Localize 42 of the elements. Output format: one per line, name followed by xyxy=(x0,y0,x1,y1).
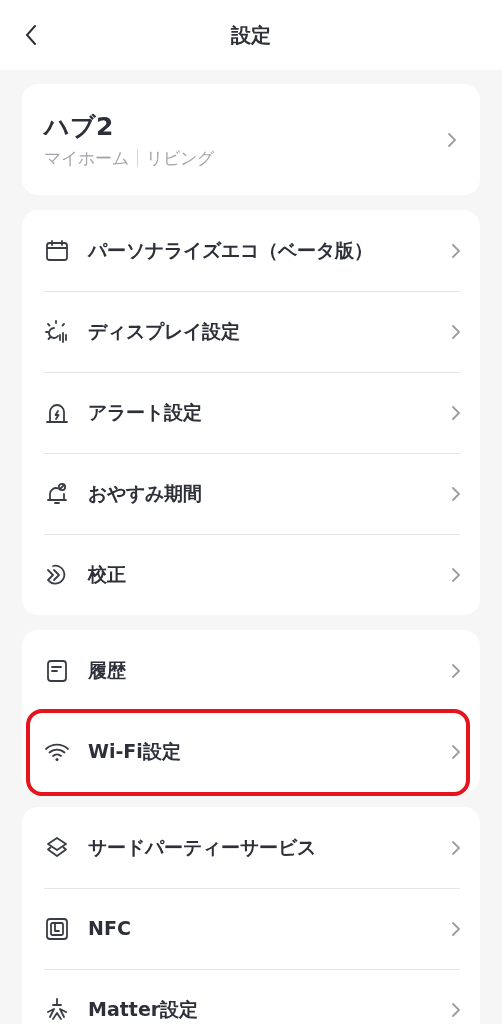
chevron-icon xyxy=(450,403,462,422)
item-label: ディスプレイ設定 xyxy=(88,319,241,345)
chevron-icon xyxy=(450,838,462,857)
item-label: Wi-Fi設定 xyxy=(88,739,182,765)
sun-icon xyxy=(44,318,70,345)
chevron-icon xyxy=(450,322,462,341)
item-label: 校正 xyxy=(88,562,127,588)
nfc-icon xyxy=(44,915,70,942)
item-label: アラート設定 xyxy=(88,400,203,426)
calendar-icon xyxy=(44,237,70,264)
chevron-icon xyxy=(450,661,462,680)
item-label: Matter設定 xyxy=(88,997,200,1023)
settings-item[interactable]: Matter設定 xyxy=(22,969,480,1024)
chevron-icon xyxy=(450,241,462,260)
chevron-icon xyxy=(450,919,462,938)
settings-item[interactable]: 履歴 xyxy=(22,630,480,711)
settings-item[interactable]: Wi-Fi設定 xyxy=(22,711,480,792)
settings-item[interactable]: NFC xyxy=(22,888,480,969)
chevron-icon xyxy=(450,565,462,584)
item-label: サードパーティーサービス xyxy=(88,835,317,861)
home-name: マイホーム xyxy=(44,146,129,170)
settings-item[interactable]: パーソナライズエコ（ベータ版） xyxy=(22,210,480,291)
chevron-icon xyxy=(446,130,458,149)
chevron-icon xyxy=(450,742,462,761)
settings-item[interactable]: サードパーティーサービス xyxy=(22,807,480,888)
item-label: パーソナライズエコ（ベータ版） xyxy=(88,238,374,264)
page-title: 設定 xyxy=(231,22,271,49)
device-card[interactable]: ハブ2 マイホーム リビング xyxy=(22,84,480,195)
room-name: リビング xyxy=(146,146,214,170)
chevron-icon xyxy=(450,1000,462,1019)
item-label: NFC xyxy=(88,916,132,942)
settings-item[interactable]: アラート設定 xyxy=(22,372,480,453)
bell-icon xyxy=(44,480,70,507)
settings-item[interactable]: 校正 xyxy=(22,534,480,615)
item-label: 履歴 xyxy=(88,658,127,684)
item-label: おやすみ期間 xyxy=(88,481,203,507)
settings-item[interactable]: ディスプレイ設定 xyxy=(22,291,480,372)
settings-item[interactable]: おやすみ期間 xyxy=(22,453,480,534)
matter-icon xyxy=(44,996,70,1023)
document-icon xyxy=(44,657,70,684)
device-name: ハブ2 xyxy=(44,111,115,143)
chevron-icon xyxy=(450,484,462,503)
